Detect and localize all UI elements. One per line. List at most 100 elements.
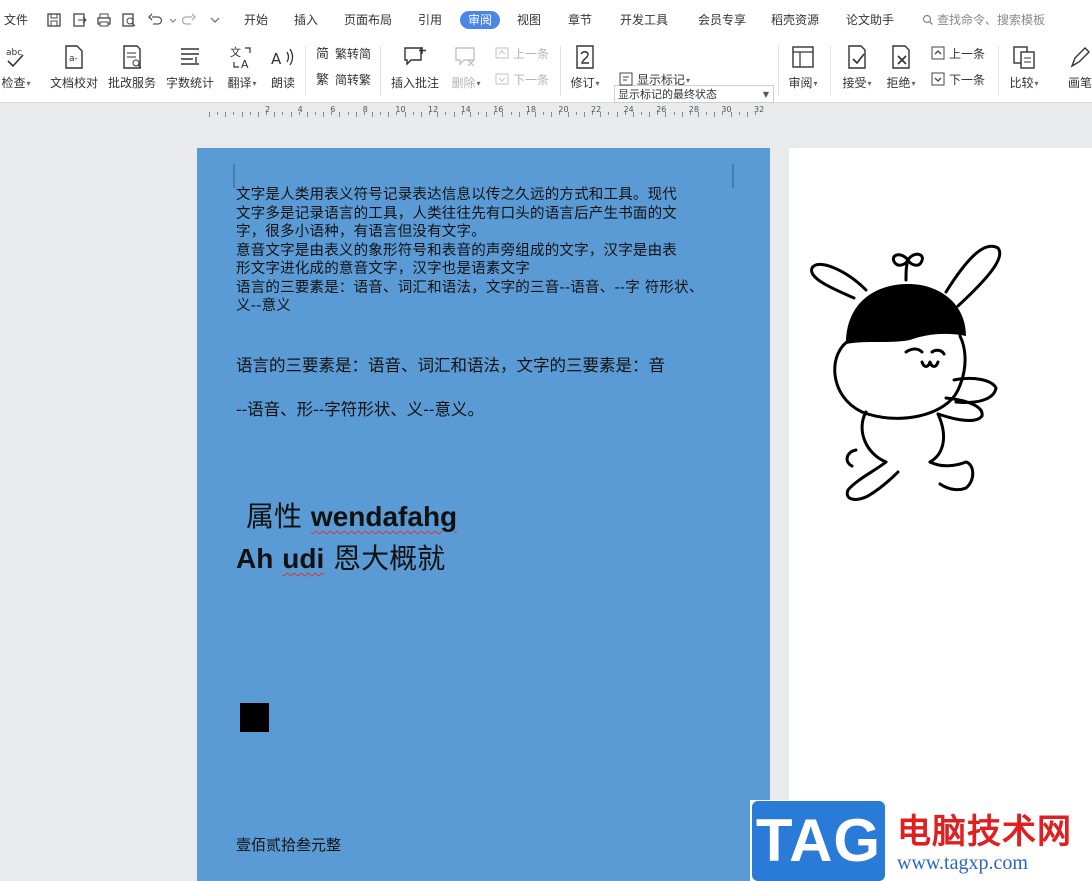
svg-text:A: A	[271, 50, 282, 68]
trad-to-simplified-icon: 简	[316, 45, 332, 61]
show-markup-button[interactable]: 显示标记▾	[618, 70, 690, 90]
ribbon-separator	[305, 46, 306, 96]
delete-label: 删除	[451, 76, 476, 90]
compare-button[interactable]: 比较▾	[1005, 44, 1043, 98]
next-comment-icon	[494, 71, 510, 87]
tab-section[interactable]: 章节	[568, 11, 592, 29]
tab-references[interactable]: 引用	[418, 11, 442, 29]
ruler-tick	[616, 112, 618, 117]
tag-logo-box: TAG	[752, 801, 885, 881]
ruler-tick	[437, 112, 439, 117]
svg-text:A: A	[241, 58, 249, 70]
tab-thesis-assistant[interactable]: 论文助手	[846, 11, 894, 29]
ruler-tick	[257, 112, 259, 117]
command-search[interactable]: 查找命令、搜索模板	[922, 11, 1045, 28]
misspelled-word: wendafahg	[310, 501, 458, 532]
undo-icon[interactable]	[147, 12, 163, 28]
save-icon[interactable]	[46, 12, 62, 28]
show-markup-icon	[618, 71, 634, 87]
document-page[interactable]: 文字是人类用表义符号记录表达信息以传之久远的方式和工具。现代 文字多是记录语言的…	[197, 148, 770, 881]
customize-toolbar-icon[interactable]	[207, 12, 220, 28]
word-count-button[interactable]: 字数统计	[164, 44, 216, 98]
print-icon[interactable]	[96, 12, 112, 28]
tab-docer-resources[interactable]: 稻壳资源	[771, 11, 819, 29]
ruler-tick	[282, 112, 284, 115]
translate-button[interactable]: 文A 翻译▾	[224, 44, 260, 98]
ruler-tick	[298, 112, 300, 115]
rabbit-illustration[interactable]	[806, 240, 1006, 506]
ruler-tick	[420, 112, 422, 117]
revise-label: 修订	[570, 76, 595, 90]
text-line: 意音文字是由表义的象形符号和表音的声旁组成的文字，汉字是由表	[236, 242, 677, 259]
trad-to-simplified-label: 繁转简	[335, 47, 372, 61]
tab-page-layout[interactable]: 页面布局	[344, 11, 392, 29]
horizontal-ruler[interactable]: 2 4 6 8 10 12 14 16 18 20 22 24 26 28 30 32	[205, 104, 765, 122]
batch-service-label: 批改服务	[107, 76, 156, 90]
trad-to-simplified-button[interactable]: 简繁转简	[316, 44, 371, 64]
ruler-tick	[388, 112, 390, 117]
ribbon-separator	[778, 46, 779, 96]
next-change-button[interactable]: 下一条	[930, 70, 985, 90]
ruler-tick	[535, 112, 536, 117]
export-icon[interactable]	[72, 12, 88, 28]
reject-icon	[888, 44, 914, 70]
tab-developer[interactable]: 开发工具	[620, 11, 668, 29]
prev-comment-button[interactable]: 上一条	[494, 44, 549, 64]
prev-change-button[interactable]: 上一条	[930, 44, 985, 64]
ruler-tick	[583, 112, 585, 117]
track-changes-button[interactable]: 修订▾	[566, 44, 604, 98]
redo-icon[interactable]	[181, 12, 197, 28]
ruler-tick	[339, 112, 341, 117]
next-comment-label: 下一条	[513, 73, 550, 87]
delete-comment-icon	[453, 44, 479, 70]
text-line: 文字多是记录语言的工具，人类往往先有口头的语言后产生书面的文	[236, 205, 677, 222]
insert-comment-button[interactable]: 插入批注	[388, 44, 442, 98]
ribbon-separator	[560, 46, 561, 96]
ruler-tick	[290, 112, 292, 117]
reject-button[interactable]: 拒绝▾	[882, 44, 920, 98]
ruler-tick	[592, 112, 594, 115]
read-aloud-button[interactable]: A 朗读	[268, 44, 298, 98]
paragraph-large[interactable]: 属性 wendafahg Ah udi 恩大概就	[236, 496, 457, 580]
file-menu[interactable]: 文件	[4, 11, 28, 29]
tab-home[interactable]: 开始	[244, 11, 268, 29]
delete-comment-button[interactable]: 删除▾	[446, 44, 486, 98]
pen-button[interactable]: 画笔	[1060, 44, 1092, 98]
paragraph-small[interactable]: 文字是人类用表义符号记录表达信息以传之久远的方式和工具。现代 文字多是记录语言的…	[236, 186, 734, 316]
simplified-to-trad-button[interactable]: 繁简转繁	[316, 70, 371, 90]
ruler-tick	[363, 112, 365, 115]
tab-view[interactable]: 视图	[517, 11, 541, 29]
prev-comment-icon	[494, 45, 510, 61]
paragraph-serif[interactable]: 语言的三要素是：语音、词汇和语法，文字的三要素是：音 --语音、形--字符形状、…	[236, 344, 665, 432]
amount-text[interactable]: 壹佰贰拾叁元整	[236, 834, 341, 855]
batch-service-button[interactable]: 批改服务	[106, 44, 158, 98]
text-line: 形文字进化成的意音文字，汉字也是语素文字	[236, 261, 530, 277]
black-square-symbol[interactable]	[240, 703, 269, 732]
ruler-tick	[698, 112, 699, 117]
undo-dropdown-icon[interactable]	[165, 12, 177, 28]
svg-text:abc: abc	[6, 48, 22, 58]
prev-change-label: 上一条	[949, 47, 986, 61]
print-preview-icon[interactable]	[121, 12, 137, 28]
text-run: Ah	[236, 543, 274, 574]
ruler-tick	[722, 112, 724, 115]
tab-insert[interactable]: 插入	[294, 11, 318, 29]
word-count-label: 字数统计	[165, 76, 214, 90]
spell-check-button[interactable]: abc 检查▾	[0, 44, 38, 98]
tab-review[interactable]: 审阅	[460, 11, 501, 29]
text-run: 恩大概就	[333, 542, 446, 575]
doc-proofread-icon: a-	[61, 44, 87, 70]
pen-label: 画笔	[1067, 76, 1092, 90]
doc-compare-button[interactable]: a- 文档校对	[48, 44, 100, 98]
accept-button[interactable]: 接受▾	[838, 44, 876, 98]
doc-compare-label: 文档校对	[49, 76, 98, 90]
accept-label: 接受	[842, 76, 867, 90]
menu-bar: 文件 开始 插入 页面布局 引用 审阅 视图 章节 开发工具 会员专享 稻壳资源…	[0, 0, 1092, 41]
tab-member[interactable]: 会员专享	[698, 11, 746, 29]
next-comment-button[interactable]: 下一条	[494, 70, 549, 90]
ruler-tick	[217, 112, 219, 115]
ruler-tick	[355, 112, 357, 117]
chevron-down-icon: ▼	[762, 90, 769, 99]
review-pane-button[interactable]: 审阅▾	[784, 44, 822, 98]
ruler-tick	[429, 112, 431, 115]
